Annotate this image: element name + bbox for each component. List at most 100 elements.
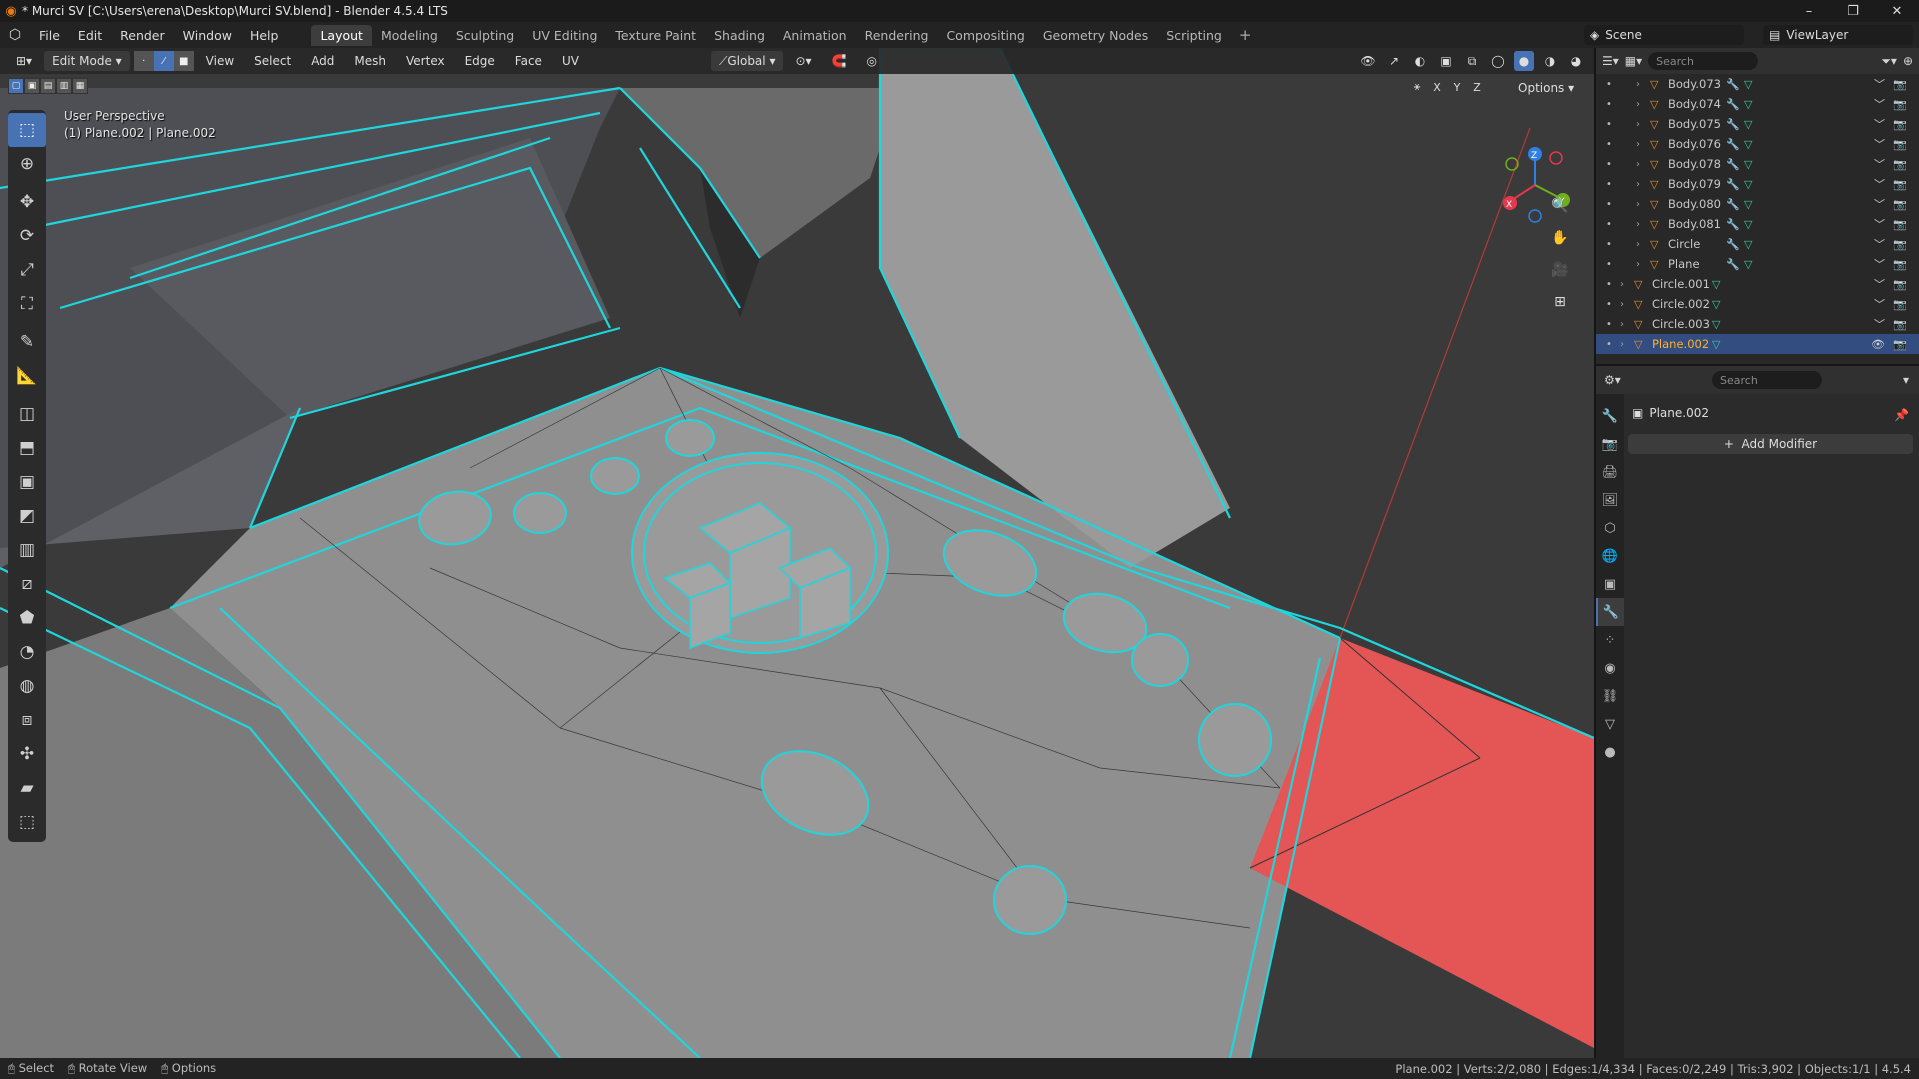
visibility-eye-icon[interactable]: ﹀ xyxy=(1874,296,1885,312)
gizmo-toggle-icon[interactable]: ↗ xyxy=(1384,51,1404,71)
select-dot-icon[interactable]: • xyxy=(1602,279,1616,290)
visibility-eye-icon[interactable]: ﹀ xyxy=(1874,116,1885,132)
expand-chevron-icon[interactable]: › xyxy=(1636,199,1640,210)
outliner-row-name[interactable]: Circle.003 xyxy=(1652,317,1710,331)
3d-viewport[interactable]: Z Y X ⊞▾ Edit Mode ▾ · ⁄ ■ View Select A… xyxy=(0,48,1594,1058)
expand-chevron-icon[interactable]: › xyxy=(1636,259,1640,270)
physics-tab-icon[interactable]: ◉ xyxy=(1596,654,1624,682)
render-camera-icon[interactable]: 📷 xyxy=(1893,318,1907,331)
mesh-data-icon[interactable]: ▽ xyxy=(1712,298,1720,311)
render-camera-icon[interactable]: 📷 xyxy=(1893,298,1907,311)
visibility-eye-icon[interactable]: ﹀ xyxy=(1874,96,1885,112)
new-collection-icon[interactable]: ⊕ xyxy=(1903,54,1913,68)
rip-tool-icon[interactable]: ⬚ xyxy=(8,805,46,839)
select-dot-icon[interactable]: • xyxy=(1602,159,1616,170)
modifier-wrench-icon[interactable]: 🔧 xyxy=(1726,258,1740,271)
visibility-eye-icon[interactable]: ﹀ xyxy=(1874,136,1885,152)
expand-chevron-icon[interactable]: › xyxy=(1620,339,1624,350)
menu-mesh[interactable]: Mesh xyxy=(346,51,394,71)
rotate-tool-icon[interactable]: ⟳ xyxy=(8,219,46,253)
snap-icon[interactable]: 🧲 xyxy=(824,51,855,71)
visibility-eye-icon[interactable]: ﹀ xyxy=(1874,156,1885,172)
modifier-wrench-icon[interactable]: 🔧 xyxy=(1726,138,1740,151)
options-dropdown[interactable]: Options ▾ xyxy=(1508,78,1585,98)
outliner-row[interactable]: • › ▽ Body.079 🔧 ▽ ﹀ 📷 xyxy=(1596,174,1919,194)
mesh-data-icon[interactable]: ▽ xyxy=(1744,218,1752,231)
inset-tool-icon[interactable]: ▣ xyxy=(8,465,46,499)
select-intersect-icon[interactable]: ▦ xyxy=(72,78,88,94)
solid-shading-icon[interactable]: ● xyxy=(1514,51,1534,71)
menu-uv[interactable]: UV xyxy=(554,51,587,71)
select-invert-icon[interactable]: ▥ xyxy=(56,78,72,94)
select-dot-icon[interactable]: • xyxy=(1602,299,1616,310)
outliner-row[interactable]: • › ▽ Circle.002 ▽ ﹀ 📷 xyxy=(1596,294,1919,314)
close-button[interactable]: ✕ xyxy=(1875,0,1919,22)
view-layer-tab-icon[interactable]: 🖼 xyxy=(1596,486,1624,514)
add-modifier-button[interactable]: + Add Modifier xyxy=(1628,434,1913,454)
outliner-search-input[interactable]: Search xyxy=(1648,52,1759,70)
menu-edge[interactable]: Edge xyxy=(457,51,503,71)
view-layer-name[interactable]: ViewLayer xyxy=(1786,28,1848,42)
ortho-grid-icon[interactable]: ⊞ xyxy=(1548,290,1572,314)
mesh-data-icon[interactable]: ▽ xyxy=(1744,138,1752,151)
outliner-row-name[interactable]: Body.079 xyxy=(1668,177,1721,191)
expand-chevron-icon[interactable]: › xyxy=(1636,159,1640,170)
move-tool-icon[interactable]: ✥ xyxy=(8,185,46,219)
view-layer-selector[interactable]: ▤ ViewLayer xyxy=(1763,25,1913,45)
mesh-data-icon[interactable]: ▽ xyxy=(1744,198,1752,211)
menu-vertex[interactable]: Vertex xyxy=(398,51,453,71)
axis-z-toggle[interactable]: Z xyxy=(1468,78,1486,96)
mesh-data-icon[interactable]: ▽ xyxy=(1712,278,1720,291)
expand-chevron-icon[interactable]: › xyxy=(1636,139,1640,150)
visibility-eye-icon[interactable]: ﹀ xyxy=(1874,196,1885,212)
expand-chevron-icon[interactable]: › xyxy=(1636,239,1640,250)
visibility-eye-icon[interactable]: 👁 xyxy=(1871,338,1885,351)
mesh-data-icon[interactable]: ▽ xyxy=(1744,118,1752,131)
wireframe-shading-icon[interactable]: ◯ xyxy=(1488,51,1508,71)
mirror-icon[interactable]: ⚹ xyxy=(1408,78,1426,96)
menu-view[interactable]: View xyxy=(198,51,242,71)
outliner-row[interactable]: • › ▽ Circle.003 ▽ ﹀ 📷 xyxy=(1596,314,1919,334)
outliner-row[interactable]: • › ▽ Circle.001 ▽ ﹀ 📷 xyxy=(1596,274,1919,294)
add-cube-tool-icon[interactable]: ◫ xyxy=(8,397,46,431)
render-camera-icon[interactable]: 📷 xyxy=(1893,258,1907,271)
modifier-wrench-icon[interactable]: 🔧 xyxy=(1726,158,1740,171)
select-dot-icon[interactable]: • xyxy=(1602,319,1616,330)
particles-tab-icon[interactable]: ⁘ xyxy=(1596,626,1624,654)
select-dot-icon[interactable]: • xyxy=(1602,339,1616,350)
visibility-icon[interactable]: 👁 xyxy=(1358,51,1378,71)
material-tab-icon[interactable]: ● xyxy=(1596,738,1624,766)
proportional-edit-icon[interactable]: ◎ xyxy=(859,51,885,71)
expand-chevron-icon[interactable]: › xyxy=(1620,279,1624,290)
mesh-data-icon[interactable]: ▽ xyxy=(1712,338,1720,351)
render-camera-icon[interactable]: 📷 xyxy=(1893,198,1907,211)
render-camera-icon[interactable]: 📷 xyxy=(1893,218,1907,231)
visibility-eye-icon[interactable]: ﹀ xyxy=(1874,236,1885,252)
outliner-row-name[interactable]: Circle xyxy=(1668,237,1700,251)
outliner-row-name[interactable]: Body.074 xyxy=(1668,97,1721,111)
modifier-wrench-icon[interactable]: 🔧 xyxy=(1726,218,1740,231)
modifier-wrench-icon[interactable]: 🔧 xyxy=(1726,178,1740,191)
extrude-tool-icon[interactable]: ⬒ xyxy=(8,431,46,465)
pin-icon[interactable]: 📌 xyxy=(1894,408,1909,422)
render-camera-icon[interactable]: 📷 xyxy=(1893,178,1907,191)
mesh-data-icon[interactable]: ▽ xyxy=(1744,258,1752,271)
outliner-row-name[interactable]: Plane xyxy=(1668,257,1700,271)
scene-selector[interactable]: ◈ Scene xyxy=(1584,25,1744,45)
expand-chevron-icon[interactable]: › xyxy=(1636,99,1640,110)
tab-texture-paint[interactable]: Texture Paint xyxy=(606,25,705,46)
tab-rendering[interactable]: Rendering xyxy=(856,25,938,46)
axis-y-toggle[interactable]: Y xyxy=(1448,78,1466,96)
scene-name[interactable]: Scene xyxy=(1605,28,1642,42)
select-dot-icon[interactable]: • xyxy=(1602,199,1616,210)
zoom-icon[interactable]: 🔍 xyxy=(1548,194,1572,218)
render-camera-icon[interactable]: 📷 xyxy=(1893,338,1907,351)
tab-geometry-nodes[interactable]: Geometry Nodes xyxy=(1034,25,1157,46)
mesh-render[interactable]: Z Y X xyxy=(0,48,1594,1058)
tab-modeling[interactable]: Modeling xyxy=(372,25,447,46)
shrink-fatten-tool-icon[interactable]: ✣ xyxy=(8,737,46,771)
poly-build-tool-icon[interactable]: ⬟ xyxy=(8,601,46,635)
knife-tool-icon[interactable]: ⧄ xyxy=(8,567,46,601)
select-subtract-icon[interactable]: ▤ xyxy=(40,78,56,94)
select-dot-icon[interactable]: • xyxy=(1602,239,1616,250)
